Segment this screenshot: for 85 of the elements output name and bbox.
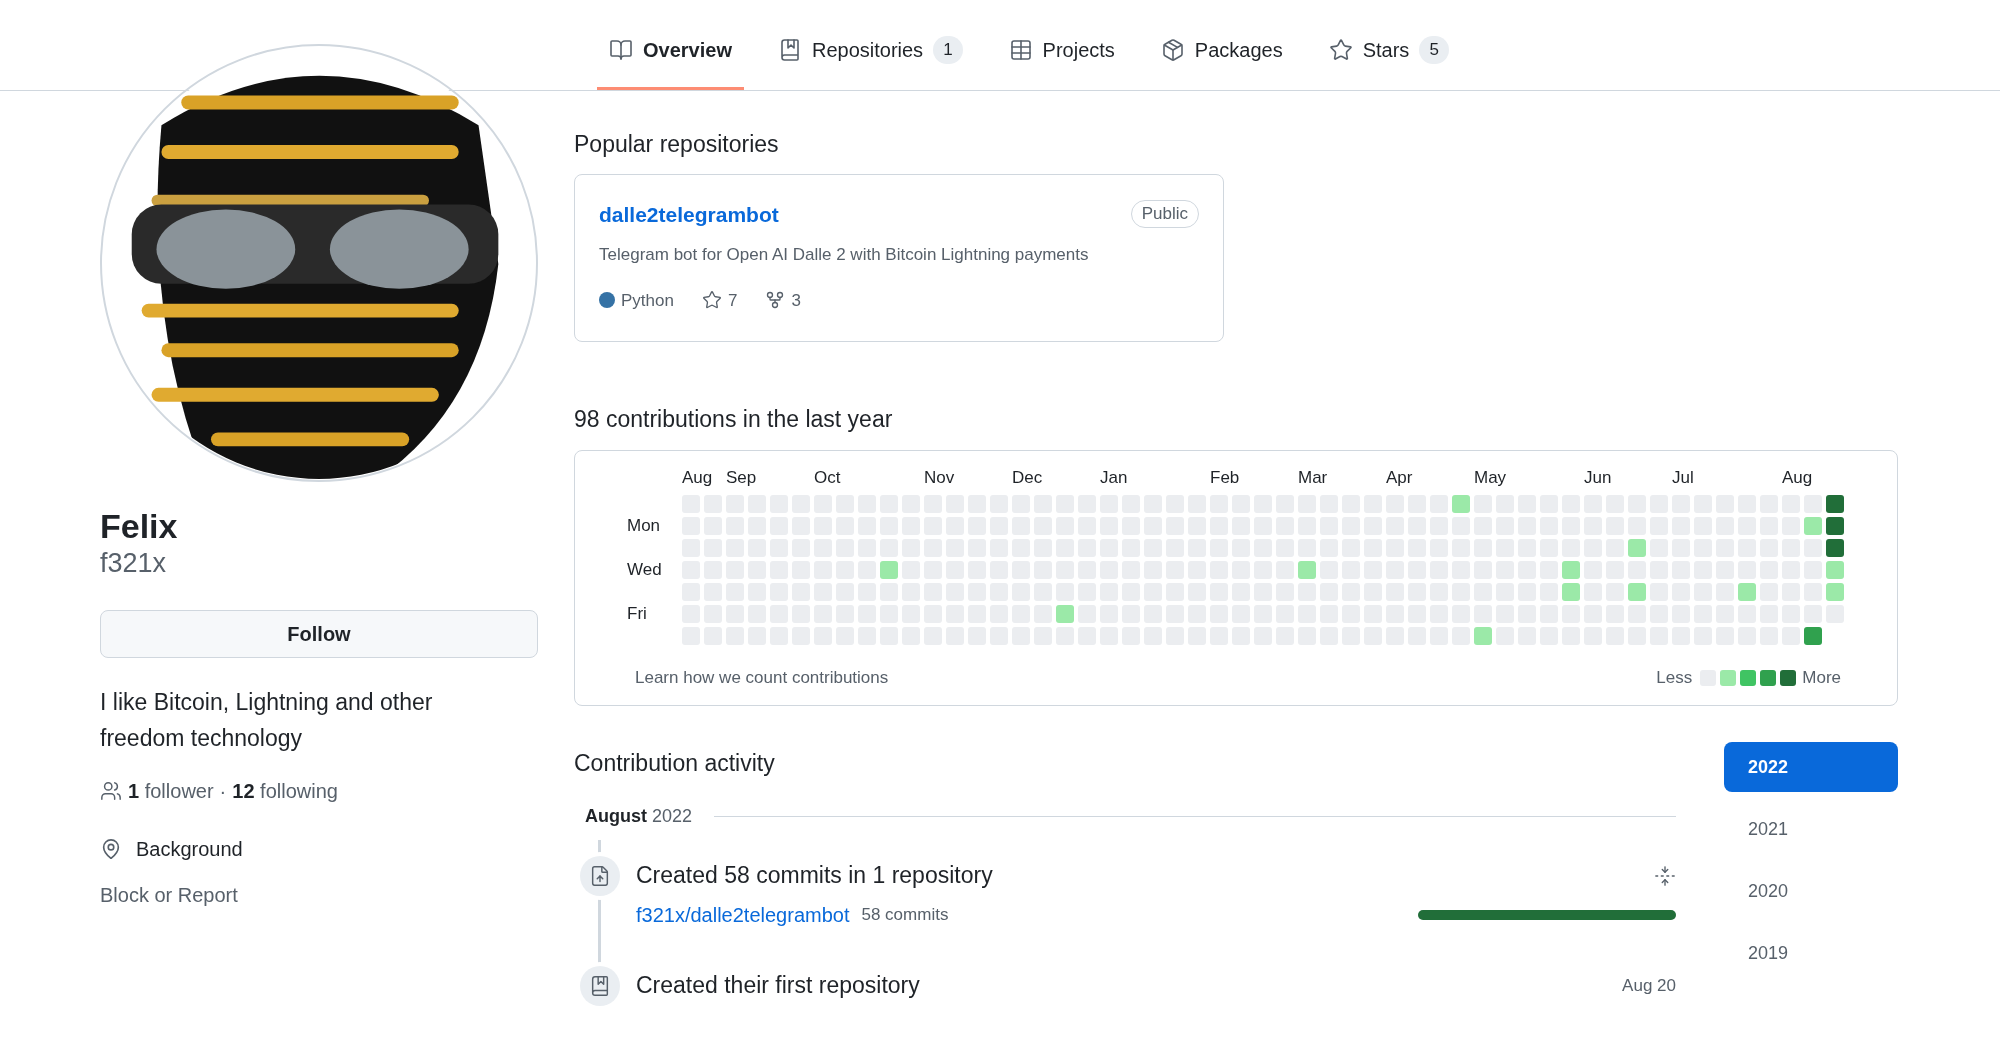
table-icon — [1008, 38, 1033, 62]
contribution-day-cell[interactable] — [1628, 539, 1646, 557]
contribution-day-cell[interactable] — [880, 561, 898, 579]
people-icon — [100, 780, 122, 802]
section-heading: Popular repositories — [574, 130, 780, 159]
star-icon — [701, 290, 722, 311]
month-label: Jun — [1584, 467, 1612, 489]
profile-tab[interactable]: Stars 5 — [1316, 0, 1461, 90]
star-icon — [1328, 38, 1353, 62]
event-date: Aug 20 — [1622, 974, 1676, 997]
legend-swatch — [1780, 669, 1797, 686]
month-label: Nov — [924, 467, 955, 489]
profile-tab[interactable]: Overview — [597, 0, 744, 90]
contribution-day-cell[interactable] — [1826, 517, 1844, 535]
month-label: Oct — [814, 467, 841, 489]
legend-swatch — [1720, 669, 1737, 686]
contribution-day-cell[interactable] — [1562, 561, 1580, 579]
count-badge: 5 — [1419, 36, 1449, 64]
learn-contributions-link[interactable]: Learn how we count contributions — [635, 665, 889, 691]
contribution-day-cell[interactable] — [1826, 561, 1844, 579]
stars-link[interactable]: 7 — [701, 287, 738, 313]
contribution-day-cell[interactable] — [1452, 495, 1470, 513]
month-label: Sep — [726, 467, 757, 489]
legend-swatch — [1760, 669, 1777, 686]
month-label: Aug — [682, 467, 713, 489]
year-filter[interactable]: 2021 — [1724, 804, 1898, 854]
contribution-day-cell[interactable] — [1804, 517, 1822, 535]
profile-tab[interactable]: Projects — [996, 0, 1127, 90]
contribution-day-cell[interactable] — [1826, 495, 1844, 513]
weekday-label: Wed — [627, 559, 662, 581]
month-label: Mar — [1298, 467, 1328, 489]
month-label: Feb — [1210, 467, 1240, 489]
username: f321x — [100, 547, 168, 580]
contribution-day-cell[interactable] — [1826, 539, 1844, 557]
profile-tab[interactable]: Packages — [1148, 0, 1295, 90]
count-badge: 1 — [933, 36, 963, 64]
block-report-link[interactable]: Block or Report — [100, 880, 238, 910]
contribution-day-cell[interactable] — [1056, 605, 1074, 623]
language-name: Python — [621, 289, 674, 312]
contribution-day-cell[interactable] — [1474, 627, 1492, 645]
repository-link[interactable]: f321x/dalle2telegrambot — [636, 899, 850, 930]
forks-link[interactable]: 3 — [765, 287, 801, 313]
weekday-label: Fri — [627, 603, 647, 625]
repository-description: Telegram bot for Open AI Dalle 2 with Bitcoin Lightning payments — [599, 244, 1090, 266]
collapse-icon[interactable] — [1654, 864, 1676, 887]
contribution-day-cell[interactable] — [1628, 583, 1646, 601]
repository-link[interactable]: dalle2telegrambot — [599, 198, 779, 230]
event-title: Created 58 commits in 1 repository — [636, 861, 993, 891]
month-label: Apr — [1386, 467, 1413, 489]
month-label: Jan — [1100, 467, 1128, 489]
legend-less-label: Less — [1656, 667, 1693, 689]
section-heading: Contribution activity — [574, 749, 776, 778]
contribution-day-cell[interactable] — [1738, 583, 1756, 601]
profile-tab[interactable]: Repositories 1 — [765, 0, 975, 90]
section-heading: 98 contributions in the last year — [574, 404, 894, 434]
contribution-day-cell[interactable] — [1826, 583, 1844, 601]
location-text: Background — [136, 837, 243, 862]
legend-more-label: More — [1802, 667, 1841, 689]
following-link[interactable]: 12 following — [232, 776, 338, 806]
push-event-icon — [580, 855, 620, 896]
bio-text: I like Bitcoin, Lightning and other freedom technology — [100, 688, 434, 753]
followers-link[interactable]: 1 follower — [128, 776, 214, 806]
year-filter[interactable]: 2020 — [1724, 866, 1898, 916]
weekday-label: Mon — [627, 515, 661, 537]
year-filter[interactable]: 2019 — [1724, 928, 1898, 978]
follow-button[interactable]: Follow — [100, 610, 538, 658]
package-icon — [1160, 38, 1185, 62]
month-heading: August 2022 — [585, 804, 693, 828]
repository-event-icon — [580, 965, 620, 1006]
book-icon — [609, 38, 633, 62]
year-filter[interactable]: 2022 — [1724, 742, 1898, 792]
location-pin-icon — [100, 838, 122, 860]
contribution-day-cell[interactable] — [1804, 627, 1822, 645]
event-title: Created their first repository — [636, 971, 921, 1001]
contribution-day-cell[interactable] — [1298, 561, 1316, 579]
contribution-day-cell[interactable] — [1562, 583, 1580, 601]
month-label: Dec — [1012, 467, 1043, 489]
month-label: Jul — [1672, 467, 1694, 489]
fork-icon — [765, 290, 786, 311]
separator-dot: · — [219, 779, 227, 804]
month-label: May — [1474, 467, 1507, 489]
commit-count: 58 commits — [861, 903, 949, 926]
month-label: Aug — [1782, 467, 1813, 489]
legend-swatch — [1740, 669, 1757, 686]
profile-name: Felix — [100, 506, 179, 546]
